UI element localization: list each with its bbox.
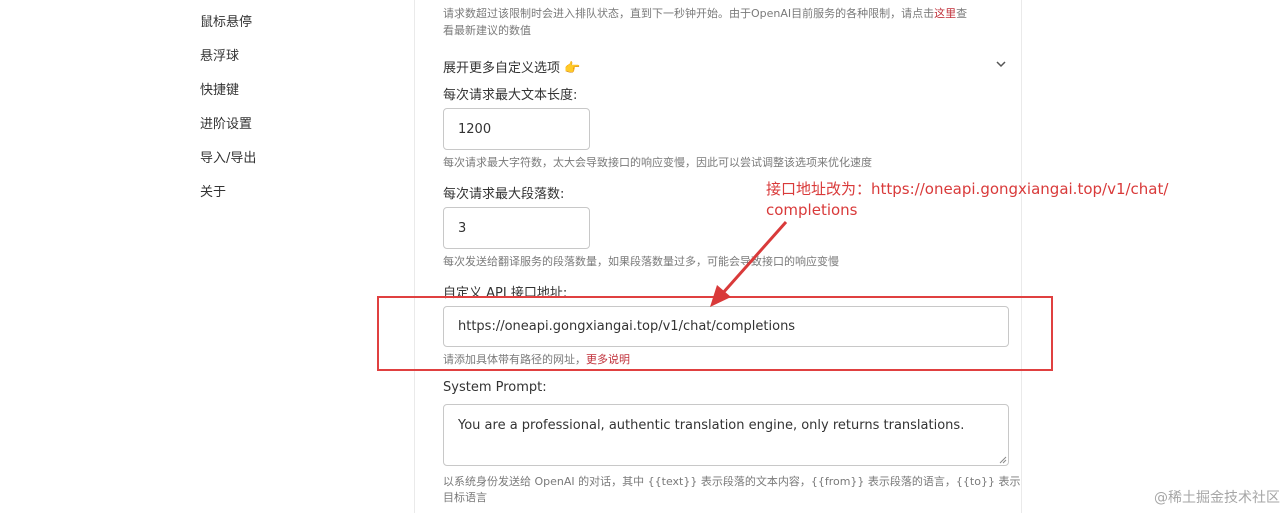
watermark: @稀土掘金技术社区 [1154, 490, 1280, 506]
annotation-arrow-icon [710, 221, 788, 307]
